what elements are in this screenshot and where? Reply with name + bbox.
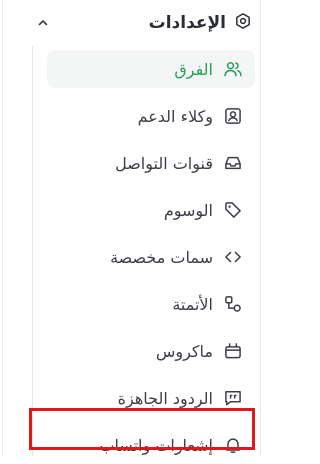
code-icon [223, 247, 243, 267]
section-title: الإعدادات [148, 13, 226, 33]
sidebar-item-label: سمات مخصصة [110, 247, 213, 267]
sidebar-item-label: وكلاء الدعم [137, 106, 213, 126]
sidebar-item-label: ماكروس [155, 341, 213, 361]
sidebar-item-inboxes[interactable]: قنوات التواصل [47, 144, 255, 182]
automation-icon [223, 294, 243, 314]
sidebar-item-labels[interactable]: الوسوم [47, 191, 255, 229]
sidebar-item-canned-responses[interactable]: الردود الجاهزة [47, 379, 255, 417]
settings-section-header[interactable]: الإعدادات [36, 6, 252, 40]
menu-divider [32, 46, 33, 456]
bell-icon [223, 435, 243, 455]
settings-menu: الفرق وكلاء الدعم قنوات التواصل الوسوم س… [31, 46, 261, 456]
macros-icon [223, 341, 243, 361]
sidebar-item-automation[interactable]: الأتمتة [47, 285, 255, 323]
users-icon [223, 59, 243, 79]
canned-reply-icon [223, 388, 243, 408]
sidebar-item-teams[interactable]: الفرق [47, 50, 255, 88]
chevron-up-icon[interactable] [36, 16, 50, 30]
gear-icon [234, 12, 252, 34]
sidebar-item-macros[interactable]: ماكروس [47, 332, 255, 370]
tag-icon [223, 200, 243, 220]
sidebar-item-label: الردود الجاهزة [117, 388, 213, 408]
sidebar-item-label: الوسوم [163, 200, 213, 220]
sidebar-item-custom-attributes[interactable]: سمات مخصصة [47, 238, 255, 276]
sidebar-item-label: قنوات التواصل [115, 153, 213, 173]
sidebar-item-whatsapp-notifications[interactable]: إشعارات واتساب [47, 426, 255, 464]
sidebar-item-agents[interactable]: وكلاء الدعم [47, 97, 255, 135]
left-border [2, 0, 3, 455]
inbox-icon [223, 153, 243, 173]
sidebar-item-label: الأتمتة [172, 294, 213, 314]
sidebar-item-label: الفرق [174, 59, 213, 79]
contact-card-icon [223, 106, 243, 126]
sidebar-item-label: إشعارات واتساب [99, 435, 213, 455]
